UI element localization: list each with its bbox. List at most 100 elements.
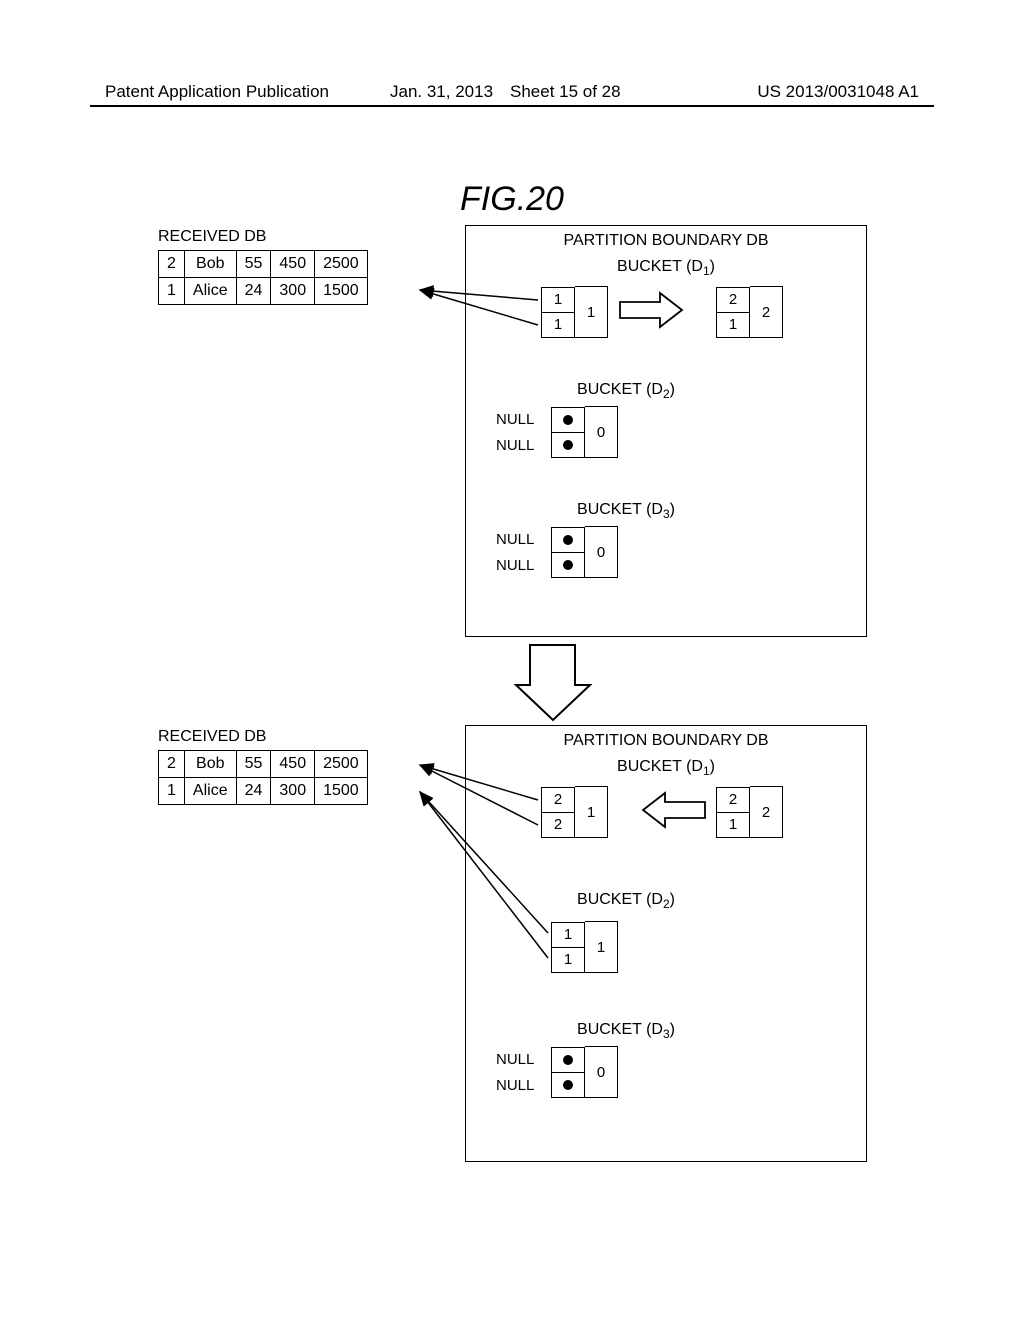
received-db-table-bottom: 2 Bob 55 450 2500 1 Alice 24 300 1500 bbox=[158, 750, 368, 805]
bucket-cell bbox=[551, 433, 585, 458]
cell: 2500 bbox=[315, 751, 368, 778]
bucket-count: 2 bbox=[750, 786, 783, 838]
bucket-d2-label: BUCKET (D2) bbox=[546, 891, 706, 911]
bucket-cell: 1 bbox=[716, 313, 750, 338]
null-label: NULL bbox=[496, 411, 534, 428]
header-number: US 2013/0031048 A1 bbox=[757, 82, 919, 102]
cell: Bob bbox=[184, 251, 236, 278]
figure-title: FIG.20 bbox=[0, 180, 1024, 219]
cell: 2 bbox=[159, 751, 185, 778]
received-db-label-bottom: RECEIVED DB bbox=[158, 728, 266, 746]
received-db-table-top: 2 Bob 55 450 2500 1 Alice 24 300 1500 bbox=[158, 250, 368, 305]
bucket-cell bbox=[551, 1073, 585, 1098]
cell: Alice bbox=[184, 778, 236, 805]
bucket-cell: 1 bbox=[716, 813, 750, 838]
bucket-count: 0 bbox=[585, 406, 618, 458]
dot-icon bbox=[563, 535, 573, 545]
bucket-subscript: 2 bbox=[663, 387, 670, 401]
received-db-label-top: RECEIVED DB bbox=[158, 228, 266, 246]
bucket-d1-label: BUCKET (D1) bbox=[586, 758, 746, 778]
bucket-cell: 1 bbox=[541, 287, 575, 313]
bucket-d2-bottom: 1 1 1 bbox=[551, 921, 618, 973]
bucket-d3-bottom: 0 bbox=[551, 1046, 618, 1098]
bucket-cell: 1 bbox=[551, 922, 585, 948]
bucket-cell: 1 bbox=[551, 948, 585, 973]
header-rule bbox=[90, 105, 934, 107]
dot-icon bbox=[563, 560, 573, 570]
bucket-subscript: 3 bbox=[663, 1027, 670, 1041]
bucket-prefix: BUCKET (D bbox=[617, 258, 703, 275]
bucket-d1-label: BUCKET (D1) bbox=[586, 258, 746, 278]
cell: 300 bbox=[271, 278, 315, 305]
partition-box-title: PARTITION BOUNDARY DB bbox=[466, 232, 866, 250]
dot-icon bbox=[563, 1080, 573, 1090]
cell: Bob bbox=[184, 751, 236, 778]
bucket-suffix: ) bbox=[670, 381, 675, 398]
null-label: NULL bbox=[496, 1051, 534, 1068]
cell: 2500 bbox=[315, 251, 368, 278]
table-row: 1 Alice 24 300 1500 bbox=[159, 278, 368, 305]
bucket-subscript: 2 bbox=[663, 897, 670, 911]
bucket-subscript: 1 bbox=[703, 264, 710, 278]
partition-box-title: PARTITION BOUNDARY DB bbox=[466, 732, 866, 750]
cell: 24 bbox=[236, 778, 271, 805]
cell: 1 bbox=[159, 778, 185, 805]
bucket-d3-label: BUCKET (D3) bbox=[546, 1021, 706, 1041]
bucket-prefix: BUCKET (D bbox=[617, 758, 703, 775]
bucket-d1-right-top: 2 1 2 bbox=[716, 286, 783, 338]
cell: 2 bbox=[159, 251, 185, 278]
bucket-suffix: ) bbox=[710, 258, 715, 275]
cell: 450 bbox=[271, 251, 315, 278]
cell: 24 bbox=[236, 278, 271, 305]
bucket-count: 0 bbox=[585, 1046, 618, 1098]
header-sheet: Sheet 15 of 28 bbox=[510, 82, 621, 102]
null-label: NULL bbox=[496, 557, 534, 574]
bucket-prefix: BUCKET (D bbox=[577, 381, 663, 398]
bucket-count: 2 bbox=[750, 286, 783, 338]
cell: 300 bbox=[271, 778, 315, 805]
cell: 1 bbox=[159, 278, 185, 305]
bucket-count: 1 bbox=[575, 786, 608, 838]
bucket-count: 1 bbox=[585, 921, 618, 973]
bucket-d3-label: BUCKET (D3) bbox=[546, 501, 706, 521]
cell: 450 bbox=[271, 751, 315, 778]
arrow-down-icon bbox=[516, 645, 590, 720]
bucket-suffix: ) bbox=[670, 501, 675, 518]
header-date: Jan. 31, 2013 bbox=[390, 82, 493, 102]
bucket-suffix: ) bbox=[710, 758, 715, 775]
dot-icon bbox=[563, 1055, 573, 1065]
header-publication: Patent Application Publication bbox=[105, 82, 329, 102]
bucket-d2-top: 0 bbox=[551, 406, 618, 458]
cell: 1500 bbox=[315, 778, 368, 805]
bucket-count: 1 bbox=[575, 286, 608, 338]
bucket-cell bbox=[551, 1047, 585, 1073]
bucket-suffix: ) bbox=[670, 1021, 675, 1038]
cell: Alice bbox=[184, 278, 236, 305]
bucket-d1-left-bottom: 2 2 1 bbox=[541, 786, 608, 838]
bucket-prefix: BUCKET (D bbox=[577, 891, 663, 908]
cell: 55 bbox=[236, 251, 271, 278]
bucket-cell bbox=[551, 407, 585, 433]
cell: 1500 bbox=[315, 278, 368, 305]
table-row: 1 Alice 24 300 1500 bbox=[159, 778, 368, 805]
bucket-d3-top: 0 bbox=[551, 526, 618, 578]
bucket-d1-left-top: 1 1 1 bbox=[541, 286, 608, 338]
bucket-cell: 1 bbox=[541, 313, 575, 338]
bucket-count: 0 bbox=[585, 526, 618, 578]
table-row: 2 Bob 55 450 2500 bbox=[159, 751, 368, 778]
partition-box-bottom: PARTITION BOUNDARY DB BUCKET (D1) 2 2 1 … bbox=[465, 725, 867, 1162]
bucket-d1-right-bottom: 2 1 2 bbox=[716, 786, 783, 838]
bucket-cell: 2 bbox=[541, 813, 575, 838]
bucket-prefix: BUCKET (D bbox=[577, 1021, 663, 1038]
bucket-cell: 2 bbox=[541, 787, 575, 813]
bucket-cell: 2 bbox=[716, 787, 750, 813]
bucket-cell bbox=[551, 527, 585, 553]
bucket-d2-label: BUCKET (D2) bbox=[546, 381, 706, 401]
null-label: NULL bbox=[496, 1077, 534, 1094]
bucket-suffix: ) bbox=[670, 891, 675, 908]
table-row: 2 Bob 55 450 2500 bbox=[159, 251, 368, 278]
cell: 55 bbox=[236, 751, 271, 778]
partition-box-top: PARTITION BOUNDARY DB BUCKET (D1) 1 1 1 … bbox=[465, 225, 867, 637]
dot-icon bbox=[563, 415, 573, 425]
bucket-cell bbox=[551, 553, 585, 578]
